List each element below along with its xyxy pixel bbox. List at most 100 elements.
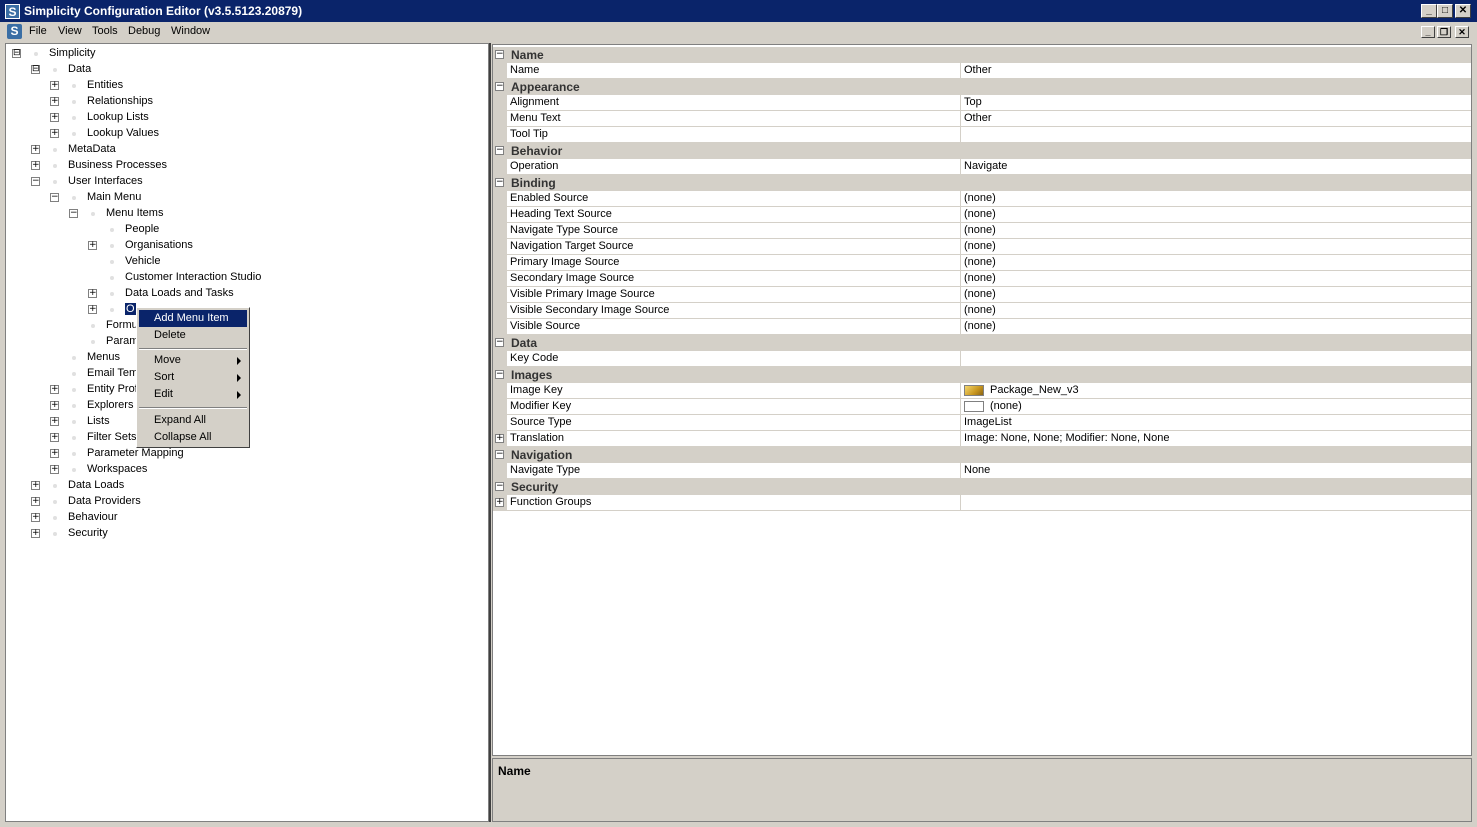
property-row[interactable]: Tool Tip: [493, 127, 1471, 143]
expand-icon[interactable]: +: [31, 529, 40, 538]
property-category[interactable]: − Appearance: [493, 79, 1471, 95]
maximize-button[interactable]: □: [1437, 4, 1453, 18]
property-value-cell[interactable]: (none): [960, 287, 1471, 303]
expand-icon[interactable]: +: [31, 145, 40, 154]
property-name-cell[interactable]: Heading Text Source: [507, 207, 960, 223]
tree-node-label[interactable]: Vehicle: [125, 255, 160, 267]
property-name-cell[interactable]: Operation: [507, 159, 960, 175]
tree-node-label[interactable]: MetaData: [68, 143, 116, 155]
ctx-add-menu-item[interactable]: Add Menu Item: [139, 310, 247, 327]
collapse-icon[interactable]: −: [31, 177, 40, 186]
property-value-cell[interactable]: [960, 127, 1471, 143]
expand-icon[interactable]: +: [50, 433, 59, 442]
property-row[interactable]: Modifier Key (none): [493, 399, 1471, 415]
tree-node-label[interactable]: Param: [106, 335, 138, 347]
property-value-cell[interactable]: ImageList: [960, 415, 1471, 431]
property-category[interactable]: − Data: [493, 335, 1471, 351]
close-button[interactable]: ✕: [1455, 4, 1471, 18]
property-row[interactable]: Image Key Package_New_v3: [493, 383, 1471, 399]
expand-icon[interactable]: +: [50, 97, 59, 106]
expand-icon[interactable]: +: [50, 129, 59, 138]
property-value-cell[interactable]: Other: [960, 63, 1471, 79]
tree-node-label[interactable]: Data Loads and Tasks: [125, 287, 234, 299]
property-value-cell[interactable]: Other: [960, 111, 1471, 127]
tree-node-label[interactable]: Lookup Values: [87, 127, 159, 139]
tree-node-label[interactable]: Data Loads: [68, 479, 124, 491]
tree-node-label[interactable]: Workspaces: [87, 463, 147, 475]
tree-node-label[interactable]: Security: [68, 527, 108, 539]
ctx-sort[interactable]: Sort: [139, 369, 247, 386]
expand-icon[interactable]: +: [495, 498, 504, 507]
ctx-delete[interactable]: Delete: [139, 327, 247, 344]
tree-node-label[interactable]: Data: [68, 63, 91, 75]
tree-node-label[interactable]: Menu Items: [106, 207, 163, 219]
expand-icon[interactable]: +: [495, 434, 504, 443]
collapse-icon[interactable]: −: [495, 370, 504, 379]
mdi-minimize-button[interactable]: _: [1421, 26, 1435, 38]
expand-icon[interactable]: +: [31, 497, 40, 506]
ctx-move[interactable]: Move: [139, 352, 247, 369]
property-row[interactable]: Alignment Top: [493, 95, 1471, 111]
property-grid[interactable]: − Name Name Other − Appearance Alignment Top Men…: [492, 44, 1472, 756]
property-row[interactable]: Navigate Type None: [493, 463, 1471, 479]
property-name-cell[interactable]: Navigation Target Source: [507, 239, 960, 255]
collapse-icon[interactable]: −: [50, 193, 59, 202]
property-row[interactable]: + Translation Image: None, None; Modifier:…: [493, 431, 1471, 447]
property-name-cell[interactable]: Translation: [507, 431, 960, 447]
property-value-cell[interactable]: (none): [960, 319, 1471, 335]
menu-file[interactable]: File: [29, 25, 47, 37]
property-name-cell[interactable]: Visible Source: [507, 319, 960, 335]
property-value-cell[interactable]: Top: [960, 95, 1471, 111]
property-name-cell[interactable]: Alignment: [507, 95, 960, 111]
expand-icon[interactable]: +: [88, 305, 97, 314]
property-category[interactable]: − Security: [493, 479, 1471, 495]
tree-node-label[interactable]: Email Tem: [87, 367, 138, 379]
ctx-expand-all[interactable]: Expand All: [139, 412, 247, 429]
property-value-cell[interactable]: [960, 351, 1471, 367]
property-value-cell[interactable]: [960, 495, 1471, 511]
expand-icon[interactable]: +: [50, 417, 59, 426]
tree-node-label[interactable]: User Interfaces: [68, 175, 143, 187]
ctx-collapse-all[interactable]: Collapse All: [139, 429, 247, 446]
property-value-cell[interactable]: Navigate: [960, 159, 1471, 175]
mdi-restore-button[interactable]: ❐: [1437, 26, 1451, 38]
tree-node-label[interactable]: Data Providers: [68, 495, 141, 507]
property-name-cell[interactable]: Source Type: [507, 415, 960, 431]
expand-icon[interactable]: +: [50, 385, 59, 394]
property-value-cell[interactable]: (none): [960, 303, 1471, 319]
property-row[interactable]: Navigate Type Source (none): [493, 223, 1471, 239]
expand-icon[interactable]: +: [31, 513, 40, 522]
property-name-cell[interactable]: Name: [507, 63, 960, 79]
panel-splitter[interactable]: [489, 43, 491, 822]
property-name-cell[interactable]: Visible Primary Image Source: [507, 287, 960, 303]
expand-icon[interactable]: +: [50, 465, 59, 474]
property-row[interactable]: Name Other: [493, 63, 1471, 79]
property-category[interactable]: − Navigation: [493, 447, 1471, 463]
tree-node-label[interactable]: O: [125, 303, 136, 315]
tree-node-label[interactable]: Entities: [87, 79, 123, 91]
property-name-cell[interactable]: Navigate Type: [507, 463, 960, 479]
ctx-edit[interactable]: Edit: [139, 386, 247, 403]
property-value-cell[interactable]: (none): [960, 399, 1471, 415]
expand-icon[interactable]: +: [31, 481, 40, 490]
tree-node-label[interactable]: Organisations: [125, 239, 193, 251]
property-name-cell[interactable]: Primary Image Source: [507, 255, 960, 271]
tree-node-label[interactable]: Behaviour: [68, 511, 118, 523]
tree-node-label[interactable]: Main Menu: [87, 191, 141, 203]
property-category[interactable]: − Images: [493, 367, 1471, 383]
property-category[interactable]: − Behavior: [493, 143, 1471, 159]
property-value-cell[interactable]: (none): [960, 271, 1471, 287]
minimize-button[interactable]: _: [1421, 4, 1437, 18]
property-value-cell[interactable]: (none): [960, 223, 1471, 239]
tree-node-label[interactable]: Business Processes: [68, 159, 167, 171]
collapse-icon[interactable]: −: [495, 482, 504, 491]
property-value-cell[interactable]: (none): [960, 207, 1471, 223]
tree-node-label[interactable]: Menus: [87, 351, 120, 363]
tree-node-label[interactable]: Lookup Lists: [87, 111, 149, 123]
property-value-cell[interactable]: Package_New_v3: [960, 383, 1471, 399]
collapse-icon[interactable]: −: [495, 178, 504, 187]
property-value-cell[interactable]: (none): [960, 255, 1471, 271]
property-category[interactable]: − Binding: [493, 175, 1471, 191]
tree-node-label[interactable]: Relationships: [87, 95, 153, 107]
property-value-cell[interactable]: Image: None, None; Modifier: None, None: [960, 431, 1471, 447]
